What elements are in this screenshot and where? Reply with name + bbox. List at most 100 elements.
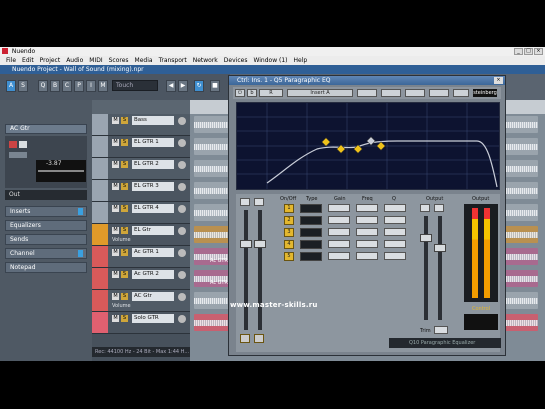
track-name[interactable]: Solo GTR (132, 314, 174, 323)
track-name[interactable]: Bass (132, 116, 174, 125)
eq-copy-button[interactable] (381, 89, 401, 97)
monitor-button[interactable] (19, 141, 27, 148)
solo-button[interactable]: S (121, 183, 128, 190)
track-name[interactable]: EL GTR 2 (132, 160, 174, 169)
automation-param[interactable]: Volume (112, 237, 172, 244)
eq-power-button[interactable]: ⏻ (235, 89, 245, 97)
automation-param[interactable] (112, 325, 172, 332)
band-2-gain[interactable] (328, 216, 350, 224)
track-row[interactable]: M S EL GTR 1 (92, 136, 190, 158)
band-3-freq[interactable] (356, 228, 378, 236)
toolbar-btn-i[interactable]: I (86, 80, 96, 92)
track-row[interactable]: M S Solo GTR (92, 312, 190, 334)
toolbar-btn-m[interactable]: M (98, 80, 108, 92)
track-edit-icon[interactable] (178, 205, 186, 213)
volume-slider[interactable] (38, 170, 84, 172)
track-edit-icon[interactable] (178, 227, 186, 235)
toolbar-btn-c[interactable]: C (62, 80, 72, 92)
solo-button[interactable]: S (121, 117, 128, 124)
eq-band-handle-5[interactable] (376, 141, 386, 151)
read-automation-button[interactable] (9, 152, 27, 158)
band-5-type-display[interactable] (300, 252, 322, 261)
band-3-on-button[interactable]: 3 (284, 228, 294, 237)
band-2-on-button[interactable]: 2 (284, 216, 294, 225)
input-link-button[interactable] (240, 334, 250, 343)
mute-button[interactable]: M (112, 161, 119, 168)
mute-button[interactable]: M (112, 249, 119, 256)
eq-bypass-button[interactable]: b (247, 89, 257, 97)
solo-button[interactable]: S (121, 227, 128, 234)
inspector-section-notepad[interactable]: Notepad (5, 262, 87, 273)
track-row[interactable]: M S EL Gtr Volume (92, 224, 190, 246)
automation-param[interactable] (112, 171, 172, 178)
output-routing[interactable]: Out (5, 190, 87, 200)
input-fader-r[interactable] (254, 240, 266, 248)
track-edit-icon[interactable] (178, 249, 186, 257)
inspector-section-inserts[interactable]: Inserts (5, 206, 87, 217)
minimize-button[interactable]: _ (514, 48, 523, 55)
transport-rewind-button[interactable]: ◀ (166, 80, 176, 92)
inspector-section-equalizers[interactable]: Equalizers (5, 220, 87, 231)
track-row[interactable]: M S EL GTR 4 (92, 202, 190, 224)
solo-button[interactable]: S (121, 205, 128, 212)
eq-paste-button[interactable] (405, 89, 425, 97)
eq-compare-button[interactable] (357, 89, 377, 97)
track-name[interactable]: AC Gtr (132, 292, 174, 301)
transport-stop-button[interactable]: ■ (210, 80, 220, 92)
track-row[interactable]: M S Ac GTR 1 (92, 246, 190, 268)
menu-help[interactable]: Help (294, 56, 308, 65)
toolbar-btn-b[interactable]: B (50, 80, 60, 92)
automation-param[interactable] (112, 127, 172, 134)
mute-button[interactable]: M (112, 271, 119, 278)
control-display[interactable] (464, 314, 498, 330)
solo-button[interactable]: S (121, 271, 128, 278)
eq-band-handle-1[interactable] (321, 137, 331, 147)
inspector-track-name[interactable]: AC Gtr (5, 124, 87, 134)
track-edit-icon[interactable] (178, 161, 186, 169)
maximize-button[interactable]: □ (524, 48, 533, 55)
track-edit-icon[interactable] (178, 293, 186, 301)
menu-file[interactable]: File (6, 56, 16, 65)
band-4-type-display[interactable] (300, 240, 322, 249)
menu-transport[interactable]: Transport (159, 56, 187, 65)
menu-devices[interactable]: Devices (224, 56, 248, 65)
inspector-section-sends[interactable]: Sends (5, 234, 87, 245)
mute-button[interactable]: M (112, 227, 119, 234)
track-name[interactable]: EL GTR 1 (132, 138, 174, 147)
menu-midi[interactable]: MIDI (89, 56, 102, 65)
band-1-on-button[interactable]: 1 (284, 204, 294, 213)
transport-forward-button[interactable]: ▶ (178, 80, 188, 92)
band-1-type-display[interactable] (300, 204, 322, 213)
toolbar-btn-p[interactable]: P (74, 80, 84, 92)
input-l-value[interactable] (240, 198, 250, 206)
automation-mode-select[interactable]: Touch (112, 80, 158, 91)
automation-param[interactable] (112, 149, 172, 156)
solo-button[interactable]: S (121, 161, 128, 168)
track-edit-icon[interactable] (178, 139, 186, 147)
eq-preset-field[interactable]: Insert A (287, 89, 353, 97)
band-2-type-display[interactable] (300, 216, 322, 225)
track-edit-icon[interactable] (178, 315, 186, 323)
automation-param[interactable] (112, 193, 172, 200)
mute-button[interactable]: M (112, 315, 119, 322)
band-4-on-button[interactable]: 4 (284, 240, 294, 249)
band-3-gain[interactable] (328, 228, 350, 236)
mute-button[interactable]: M (112, 293, 119, 300)
band-1-gain[interactable] (328, 204, 350, 212)
menu-audio[interactable]: Audio (66, 56, 83, 65)
track-name[interactable]: EL GTR 3 (132, 182, 174, 191)
solo-button[interactable]: S (121, 315, 128, 322)
eq-curve-display[interactable] (236, 102, 500, 190)
band-1-freq[interactable] (356, 204, 378, 212)
record-enable-button[interactable] (9, 141, 17, 148)
track-name[interactable]: Ac GTR 2 (132, 270, 174, 279)
mute-button[interactable]: M (112, 205, 119, 212)
eq-undo-button[interactable] (429, 89, 449, 97)
track-row[interactable]: M S AC Gtr Volume (92, 290, 190, 312)
band-5-gain[interactable] (328, 252, 350, 260)
band-4-gain[interactable] (328, 240, 350, 248)
track-name[interactable]: Ac GTR 1 (132, 248, 174, 257)
automation-param[interactable] (112, 215, 172, 222)
output-fader-r[interactable] (434, 244, 446, 252)
output-l-value[interactable] (420, 204, 430, 212)
